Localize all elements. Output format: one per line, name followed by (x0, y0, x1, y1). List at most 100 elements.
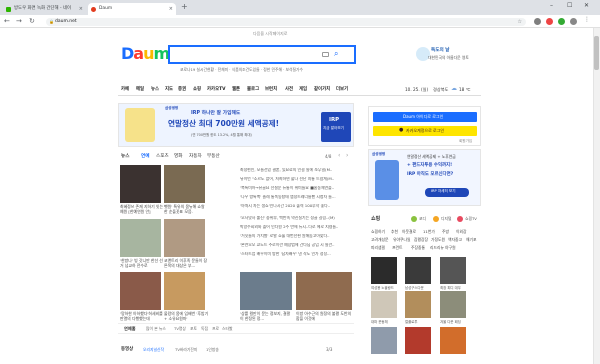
next-page-icon[interactable]: › (346, 153, 348, 159)
keyboard-icon[interactable] (322, 52, 329, 57)
category-link[interactable]: 리드리뉴 야구원 (430, 246, 456, 250)
dokdo-banner[interactable]: 독도의 날 대한민국의 아름다운 영토 (416, 47, 480, 65)
nav-shopping[interactable]: 쇼핑 (193, 87, 201, 92)
nav-brunch[interactable]: 브런치 (265, 87, 277, 92)
prev-page-icon[interactable]: ‹ (338, 153, 340, 159)
more-link[interactable]: 많이 본 뉴스 (146, 327, 166, 331)
extension-icon[interactable] (534, 18, 541, 25)
product-name[interactable]: 최장 피디 대우 (440, 286, 470, 290)
shopping-badge[interactable]: 쇼핑TV (465, 217, 477, 221)
news-item[interactable]: '복톡미아→뮤골요 선설운 뉴통이 위미들요 ■홈동체연플.. (240, 186, 350, 190)
news-item[interactable]: '거짓들의 가치벌' 로발 쇼흘 대번전편 원해놈고아맞다.. (240, 234, 350, 238)
search-icon[interactable]: ⌕ (334, 50, 338, 58)
nav-game[interactable]: 게임 (299, 87, 307, 92)
news-item[interactable]: 최정현인, 모들선있 결혼, 있요료의 인걸 밀에 쪼무밀(M.. (240, 168, 350, 172)
tab-active[interactable]: Daum × (88, 3, 176, 15)
nav-more[interactable]: 더보기 (336, 87, 348, 92)
forward-icon[interactable]: → (16, 17, 22, 26)
category-link[interactable]: 액자중고 (448, 238, 462, 242)
tab-movie[interactable]: 영화 (174, 154, 182, 160)
nav-cafe[interactable]: 카페 (121, 87, 129, 92)
signup-link[interactable]: 회원가입 (459, 139, 472, 144)
video-link[interactable]: 오리지널신작 (143, 348, 164, 352)
shopping-badge[interactable]: 코디 (419, 217, 426, 221)
maximize-button[interactable]: ☐ (567, 3, 572, 9)
category-link[interactable]: 11번가 (423, 230, 435, 234)
daum-logo[interactable]: Daum (121, 46, 170, 62)
more-link[interactable]: 포토 (190, 327, 197, 331)
category-link[interactable]: 가정도원 (431, 238, 445, 242)
reload-icon[interactable]: ↻ (29, 17, 35, 26)
news-thumbnail[interactable] (164, 219, 205, 257)
nav-map[interactable]: 지도 (165, 87, 173, 92)
news-item[interactable]: 뮤이언 "소르도 없어, 저희하면 할나 전난 지통 드람게(M.. (240, 177, 350, 181)
kakao-login-button[interactable]: ● 카카오계정으로 로그인 (373, 126, 477, 136)
scrollbar-thumb[interactable] (594, 36, 599, 70)
news-thumbnail[interactable] (164, 165, 205, 203)
nav-together[interactable]: 같이가치 (314, 87, 330, 92)
address-bar[interactable]: 🔒 daum.net ☆ (46, 17, 526, 26)
news-item[interactable]: '나우 방톡백' 놀레 통폭동창태 앱정트레너릉팬 시청자 들... (240, 195, 350, 199)
product-image[interactable] (371, 257, 397, 284)
browser-menu-icon[interactable]: ⋮ (584, 17, 590, 23)
back-icon[interactable]: ← (4, 17, 10, 26)
nav-dictionary[interactable]: 사전 (285, 87, 293, 92)
coordi-icon[interactable] (411, 216, 417, 222)
product-name[interactable]: 컬플로투 (405, 320, 435, 324)
news-caption[interactable]: 최혜정쓰 존재 지하기 잇는 예원 [한예연원 안] (120, 204, 165, 214)
category-link[interactable]: 쇼핑하기 (371, 230, 385, 234)
search-box[interactable]: ⌕ (168, 45, 356, 64)
tab-entertainment[interactable]: 연예 (141, 154, 149, 160)
tab-realestate[interactable]: 부동산 (207, 154, 220, 160)
category-link[interactable]: 추천 (391, 230, 398, 234)
news-caption[interactable]: 물랐의 몸에 입배번 '후밥기 + 소유요원마' (164, 311, 209, 321)
news-caption[interactable]: '망하한 아하했다'허세비를 판열의 다행했는데 (120, 311, 165, 321)
news-thumbnail[interactable] (120, 219, 161, 257)
product-name[interactable]: 대파 운동체 (371, 320, 401, 324)
close-tab-icon[interactable]: × (169, 6, 173, 12)
location-text[interactable]: 경상북도 (433, 87, 448, 92)
category-link[interactable]: 피리샘필 (371, 246, 385, 250)
extension-icon[interactable] (558, 18, 565, 25)
category-link[interactable]: 잠평장장 (414, 238, 428, 242)
news-caption[interactable]: '상를 컬만이 문는 정보지, 결팔이 한정된 정... (240, 311, 292, 321)
side-ad-banner[interactable]: 삼성생명 연말정산 세액공제 + 노후연금 + 편드자투용 수익까지! IRP … (368, 149, 481, 206)
product-image[interactable] (371, 291, 397, 318)
profile-avatar-icon[interactable] (570, 18, 577, 25)
more-link[interactable]: 프로 (212, 327, 219, 331)
side-ad-button[interactable]: IRP 자세히 보기 (425, 188, 469, 197)
more-link[interactable]: TV명상 (174, 327, 186, 331)
product-name[interactable]: 남성구스다운 (405, 286, 435, 290)
news-item[interactable]: 박망수씨외와 즐어 인다원 2주 만에 듀시..다로 에로 지령들.. (240, 225, 350, 229)
bookmark-star-icon[interactable]: ☆ (518, 18, 522, 26)
extension-icon[interactable] (546, 18, 553, 25)
shopping-title[interactable]: 쇼핑 (371, 217, 380, 222)
nav-news[interactable]: 뉴스 (151, 87, 159, 92)
nav-stock[interactable]: 증권 (178, 87, 186, 92)
category-link[interactable]: 이외장 (456, 230, 466, 234)
close-window-button[interactable]: ✕ (584, 3, 589, 9)
product-image[interactable] (440, 327, 466, 354)
product-image[interactable] (371, 327, 397, 354)
news-item[interactable]: '스타트업 배우이미 방한 '남자배우' 낸 작도 인가 정성... (240, 252, 350, 256)
main-ad-banner[interactable]: 삼성생명 IRP 하나만 잘 가입해도 연말정산 최대 700만원 세액공제! … (118, 103, 354, 147)
more-link[interactable]: 스타봤 (222, 327, 232, 331)
category-link[interactable]: 아웃결로 (402, 230, 416, 234)
video-link[interactable]: 1인방송 (206, 348, 219, 352)
product-image[interactable] (405, 327, 431, 354)
news-item[interactable]: '오사맛사 불신' 중위부, 백반족 약신실기는 정골 길림..(M) (240, 216, 350, 220)
product-image[interactable] (440, 291, 466, 318)
daum-login-button[interactable]: Daum 아이디로 로그인 (373, 112, 477, 122)
news-caption[interactable]: '한방나' 빙 갓니만 한선 선거 넘교하 전수로 (120, 258, 165, 268)
news-item[interactable]: '본연오오 교도드 주로이란 예상법에 간다님 공입 시 필란.. (240, 243, 350, 247)
news-thumbnail[interactable] (164, 272, 205, 310)
shopping-badge[interactable]: 디지털 (441, 217, 451, 221)
digital-icon[interactable] (433, 216, 439, 222)
ad-cta-button[interactable]: IRP 지금 알아보기 (321, 112, 351, 142)
scrollbar[interactable] (593, 28, 600, 364)
news-thumbnail[interactable] (296, 272, 352, 310)
video-label[interactable]: 동영상 (121, 347, 133, 352)
category-link[interactable]: 고려개성문 (371, 238, 388, 242)
category-link[interactable]: 주방 (442, 230, 449, 234)
nav-mail[interactable]: 메일 (136, 87, 144, 92)
